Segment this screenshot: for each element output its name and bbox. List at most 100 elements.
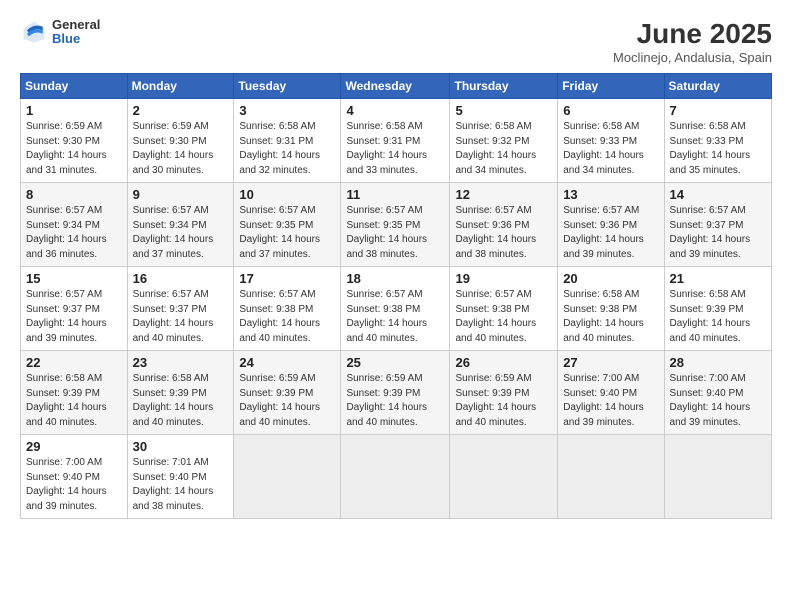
logo-icon [20,18,48,46]
calendar-cell: 18 Sunrise: 6:57 AM Sunset: 9:38 PM Dayli… [341,267,450,351]
day-number: 2 [133,103,229,118]
calendar-cell: 9 Sunrise: 6:57 AM Sunset: 9:34 PM Daylig… [127,183,234,267]
day-info: Sunrise: 6:59 AM Sunset: 9:39 PM Dayligh… [239,372,335,430]
day-info: Sunrise: 6:57 AM Sunset: 9:38 PM Dayligh… [239,288,335,346]
day-info: Sunrise: 7:00 AM Sunset: 9:40 PM Dayligh… [670,372,766,430]
calendar-cell [341,435,450,519]
col-header-thursday: Thursday [450,74,558,99]
calendar-cell: 30 Sunrise: 7:01 AM Sunset: 9:40 PM Dayli… [127,435,234,519]
day-info: Sunrise: 7:01 AM Sunset: 9:40 PM Dayligh… [133,456,229,514]
day-info: Sunrise: 6:57 AM Sunset: 9:36 PM Dayligh… [563,204,658,262]
calendar-cell: 28Sunrise: 7:00 AM Sunset: 9:40 PM Dayli… [664,351,771,435]
day-number: 1 [26,103,122,118]
day-info: Sunrise: 6:59 AM Sunset: 9:30 PM Dayligh… [26,120,122,178]
day-info: Sunrise: 6:57 AM Sunset: 9:38 PM Dayligh… [346,288,444,346]
calendar-cell: 4 Sunrise: 6:58 AM Sunset: 9:31 PM Daylig… [341,99,450,183]
day-info: Sunrise: 6:59 AM Sunset: 9:30 PM Dayligh… [133,120,229,178]
day-number: 14 [670,187,766,202]
week-row-4: 22Sunrise: 6:58 AM Sunset: 9:39 PM Dayli… [21,351,772,435]
day-number: 25 [346,355,444,370]
day-info: Sunrise: 6:58 AM Sunset: 9:39 PM Dayligh… [670,288,766,346]
day-number: 11 [346,187,444,202]
day-number: 26 [455,355,552,370]
day-number: 10 [239,187,335,202]
calendar-cell: 5Sunrise: 6:58 AM Sunset: 9:32 PM Daylig… [450,99,558,183]
calendar-title: June 2025 [613,18,772,50]
logo-text: General Blue [52,18,100,47]
day-info: Sunrise: 6:58 AM Sunset: 9:33 PM Dayligh… [670,120,766,178]
calendar-cell: 13 Sunrise: 6:57 AM Sunset: 9:36 PM Dayli… [558,183,664,267]
day-info: Sunrise: 6:57 AM Sunset: 9:38 PM Dayligh… [455,288,552,346]
week-row-5: 29 Sunrise: 7:00 AM Sunset: 9:40 PM Dayli… [21,435,772,519]
calendar-cell: 27 Sunrise: 7:00 AM Sunset: 9:40 PM Dayli… [558,351,664,435]
day-number: 13 [563,187,658,202]
day-number: 9 [133,187,229,202]
day-number: 27 [563,355,658,370]
calendar-cell: 25 Sunrise: 6:59 AM Sunset: 9:39 PM Dayli… [341,351,450,435]
day-info: Sunrise: 6:57 AM Sunset: 9:35 PM Dayligh… [346,204,444,262]
col-header-saturday: Saturday [664,74,771,99]
day-info: Sunrise: 6:57 AM Sunset: 9:37 PM Dayligh… [133,288,229,346]
day-info: Sunrise: 6:57 AM Sunset: 9:34 PM Dayligh… [133,204,229,262]
day-info: Sunrise: 6:57 AM Sunset: 9:36 PM Dayligh… [455,204,552,262]
day-number: 18 [346,271,444,286]
day-number: 4 [346,103,444,118]
page: General Blue June 2025 Moclinejo, Andalu… [0,0,792,612]
day-info: Sunrise: 6:57 AM Sunset: 9:34 PM Dayligh… [26,204,122,262]
day-info: Sunrise: 6:58 AM Sunset: 9:33 PM Dayligh… [563,120,658,178]
day-info: Sunrise: 7:00 AM Sunset: 9:40 PM Dayligh… [26,456,122,514]
calendar-cell: 26Sunrise: 6:59 AM Sunset: 9:39 PM Dayli… [450,351,558,435]
col-header-monday: Monday [127,74,234,99]
calendar-cell [558,435,664,519]
calendar-cell: 1 Sunrise: 6:59 AM Sunset: 9:30 PM Daylig… [21,99,128,183]
day-number: 7 [670,103,766,118]
calendar-cell: 10 Sunrise: 6:57 AM Sunset: 9:35 PM Dayli… [234,183,341,267]
calendar-cell: 29 Sunrise: 7:00 AM Sunset: 9:40 PM Dayli… [21,435,128,519]
calendar-cell: 11 Sunrise: 6:57 AM Sunset: 9:35 PM Dayli… [341,183,450,267]
calendar-cell: 6 Sunrise: 6:58 AM Sunset: 9:33 PM Daylig… [558,99,664,183]
calendar-cell: 20 Sunrise: 6:58 AM Sunset: 9:38 PM Dayli… [558,267,664,351]
day-number: 6 [563,103,658,118]
day-info: Sunrise: 6:57 AM Sunset: 9:37 PM Dayligh… [670,204,766,262]
logo-general-text: General [52,18,100,32]
day-number: 29 [26,439,122,454]
calendar-cell: 23Sunrise: 6:58 AM Sunset: 9:39 PM Dayli… [127,351,234,435]
day-number: 3 [239,103,335,118]
day-info: Sunrise: 6:57 AM Sunset: 9:37 PM Dayligh… [26,288,122,346]
calendar-cell: 19 Sunrise: 6:57 AM Sunset: 9:38 PM Dayli… [450,267,558,351]
header-row: SundayMondayTuesdayWednesdayThursdayFrid… [21,74,772,99]
calendar-cell: 15 Sunrise: 6:57 AM Sunset: 9:37 PM Dayli… [21,267,128,351]
day-info: Sunrise: 6:58 AM Sunset: 9:39 PM Dayligh… [133,372,229,430]
day-number: 19 [455,271,552,286]
day-info: Sunrise: 7:00 AM Sunset: 9:40 PM Dayligh… [563,372,658,430]
calendar-cell: 14 Sunrise: 6:57 AM Sunset: 9:37 PM Dayli… [664,183,771,267]
calendar-cell [450,435,558,519]
day-info: Sunrise: 6:58 AM Sunset: 9:31 PM Dayligh… [346,120,444,178]
day-number: 20 [563,271,658,286]
week-row-1: 1 Sunrise: 6:59 AM Sunset: 9:30 PM Daylig… [21,99,772,183]
calendar-cell: 8Sunrise: 6:57 AM Sunset: 9:34 PM Daylig… [21,183,128,267]
day-number: 30 [133,439,229,454]
calendar-cell [664,435,771,519]
calendar-cell: 7 Sunrise: 6:58 AM Sunset: 9:33 PM Daylig… [664,99,771,183]
day-info: Sunrise: 6:58 AM Sunset: 9:32 PM Dayligh… [455,120,552,178]
calendar-cell: 12Sunrise: 6:57 AM Sunset: 9:36 PM Dayli… [450,183,558,267]
week-row-3: 15 Sunrise: 6:57 AM Sunset: 9:37 PM Dayli… [21,267,772,351]
day-number: 21 [670,271,766,286]
day-info: Sunrise: 6:57 AM Sunset: 9:35 PM Dayligh… [239,204,335,262]
col-header-friday: Friday [558,74,664,99]
col-header-tuesday: Tuesday [234,74,341,99]
col-header-sunday: Sunday [21,74,128,99]
day-info: Sunrise: 6:58 AM Sunset: 9:38 PM Dayligh… [563,288,658,346]
logo-blue-text: Blue [52,32,100,46]
calendar-cell: 24Sunrise: 6:59 AM Sunset: 9:39 PM Dayli… [234,351,341,435]
day-number: 17 [239,271,335,286]
day-info: Sunrise: 6:59 AM Sunset: 9:39 PM Dayligh… [346,372,444,430]
calendar-cell: 21 Sunrise: 6:58 AM Sunset: 9:39 PM Dayli… [664,267,771,351]
day-info: Sunrise: 6:58 AM Sunset: 9:39 PM Dayligh… [26,372,122,430]
calendar-cell: 17 Sunrise: 6:57 AM Sunset: 9:38 PM Dayli… [234,267,341,351]
col-header-wednesday: Wednesday [341,74,450,99]
day-number: 16 [133,271,229,286]
title-block: June 2025 Moclinejo, Andalusia, Spain [613,18,772,65]
day-number: 15 [26,271,122,286]
